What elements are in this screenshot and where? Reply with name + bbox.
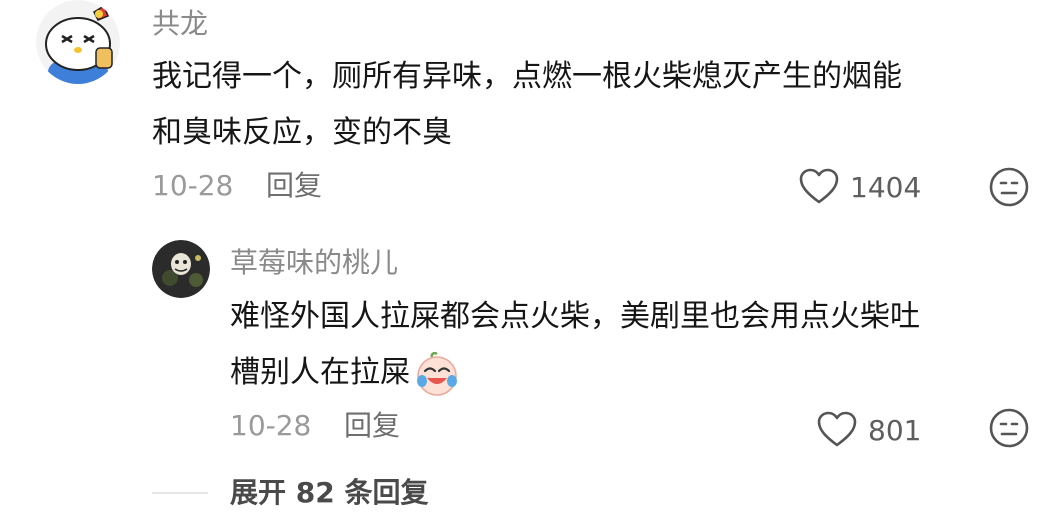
heart-outline-icon (798, 167, 840, 209)
reply-like-button[interactable]: 801 (816, 410, 921, 452)
reply-text-line-2-text: 槽别人在拉屎 (230, 355, 410, 390)
commenter-avatar[interactable] (36, 0, 120, 84)
comment-like-button[interactable]: 1404 (798, 167, 921, 209)
reply-text-line-2: 槽别人在拉屎 (230, 344, 460, 402)
expand-replies-button[interactable]: 展开 82 条回复 (230, 475, 428, 511)
comment-date: 10-28 (152, 169, 234, 202)
replier-avatar[interactable] (152, 240, 210, 298)
reply-text-line-1: 难怪外国人拉屎都会点火柴，美剧里也会用点火柴吐 (230, 299, 920, 334)
reply-dislike-button[interactable] (988, 407, 1030, 453)
reply-date: 10-28 (230, 409, 312, 442)
unamused-face-icon (988, 167, 1030, 212)
commenter-username[interactable]: 共龙 (152, 6, 208, 42)
replier-username[interactable]: 草莓味的桃儿 (230, 245, 398, 281)
laughing-crying-face-emoji (414, 351, 460, 397)
reply-like-count: 801 (868, 414, 922, 447)
reply-reply-button[interactable]: 回复 (344, 408, 400, 444)
heart-outline-icon (816, 410, 858, 452)
unamused-face-icon (988, 408, 1030, 453)
comment-text-line-1: 我记得一个，厕所有异味，点燃一根火柴熄灭产生的烟能 (152, 59, 902, 94)
comment-dislike-button[interactable] (988, 166, 1030, 212)
comment-like-count: 1404 (850, 171, 922, 204)
comment-reply-button[interactable]: 回复 (266, 168, 322, 204)
expand-divider (152, 492, 208, 494)
comment-text-line-2: 和臭味反应，变的不臭 (152, 115, 452, 150)
